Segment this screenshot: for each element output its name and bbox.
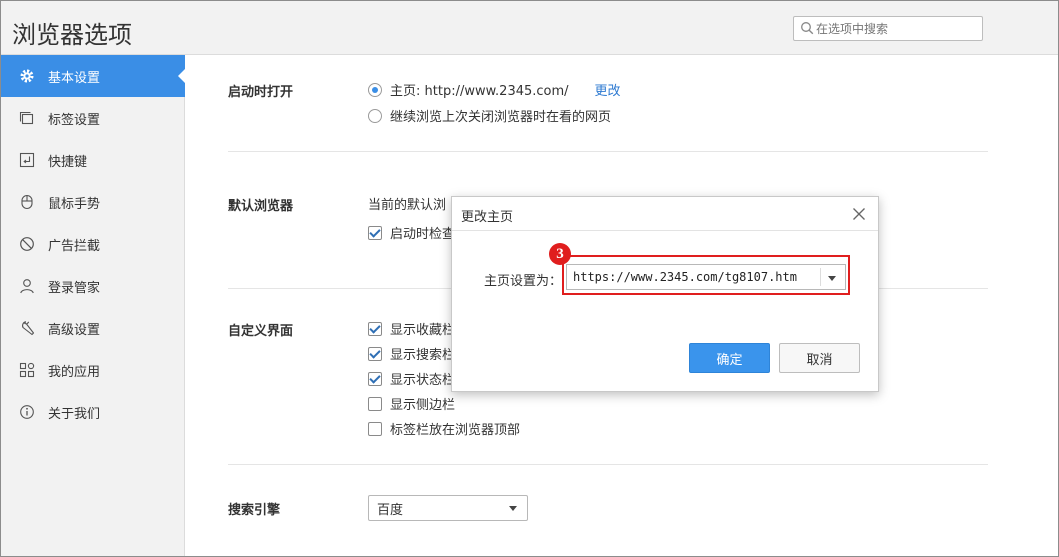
sidebar-item-about[interactable]: 关于我们 <box>1 391 185 433</box>
sidebar-item-mouse[interactable]: 鼠标手势 <box>1 181 185 223</box>
shortcut-icon <box>18 151 36 169</box>
option-label: 显示搜索栏 <box>390 348 456 363</box>
checkbox-show-statusbar[interactable] <box>368 371 382 386</box>
search-box[interactable] <box>793 16 983 41</box>
sidebar-item-label: 关于我们 <box>48 406 101 422</box>
sidebar-item-advanced[interactable]: 高级设置 <box>1 307 185 349</box>
divider <box>228 151 988 152</box>
sidebar-item-label: 广告拦截 <box>48 238 101 254</box>
checkbox-tabs-on-top[interactable] <box>368 421 382 436</box>
close-icon[interactable] <box>852 207 866 221</box>
section-title-default-browser: 默认浏览器 <box>228 199 294 214</box>
divider <box>228 464 988 465</box>
section-title-search-engine: 搜索引擎 <box>228 503 281 518</box>
section-title-startup: 启动时打开 <box>228 85 294 100</box>
sidebar-item-adblock[interactable]: 广告拦截 <box>1 223 185 265</box>
option-label: 标签栏放在浏览器顶部 <box>390 423 521 438</box>
check-default-on-startup[interactable]: 启动时检查 <box>368 223 455 242</box>
homepage-label: 主页设置为： <box>484 274 563 289</box>
gear-icon <box>18 67 36 85</box>
chevron-down-icon[interactable] <box>828 276 836 281</box>
mouse-icon <box>18 193 36 211</box>
option-show-favorites[interactable]: 显示收藏栏 <box>368 319 455 338</box>
startup-option-home-label: 主页: http://www.2345.com/ <box>390 84 569 99</box>
window-title: 浏览器选项 <box>12 21 132 49</box>
radio-restore[interactable] <box>368 108 382 123</box>
combobox-divider <box>820 268 821 286</box>
sidebar-item-login[interactable]: 登录管家 <box>1 265 185 307</box>
block-icon <box>18 235 36 253</box>
checkbox-show-searchbar[interactable] <box>368 346 382 361</box>
section-title-custom-ui: 自定义界面 <box>228 324 294 339</box>
sidebar-item-basic[interactable]: 基本设置 <box>1 55 186 97</box>
info-icon <box>18 403 36 421</box>
apps-icon <box>18 361 36 379</box>
sidebar-item-tabs[interactable]: 标签设置 <box>1 97 185 139</box>
radio-home[interactable] <box>368 82 382 97</box>
wrench-icon <box>18 319 36 337</box>
sidebar-item-label: 基本设置 <box>48 70 101 86</box>
sidebar-item-label: 快捷键 <box>48 154 88 170</box>
default-browser-text: 当前的默认浏 <box>368 198 447 213</box>
cancel-button[interactable]: 取消 <box>779 343 860 373</box>
option-label: 显示侧边栏 <box>390 398 456 413</box>
dialog-header: 更改主页 <box>452 197 878 231</box>
search-engine-value: 百度 <box>377 502 404 518</box>
user-icon <box>18 277 36 295</box>
tabs-icon <box>18 109 36 127</box>
search-icon <box>801 22 814 35</box>
header-bar: 浏览器选项 <box>1 1 1058 55</box>
startup-option-restore[interactable]: 继续浏览上次关闭浏览器时在看的网页 <box>368 106 611 125</box>
sidebar-item-label: 登录管家 <box>48 280 101 296</box>
sidebar-item-label: 高级设置 <box>48 322 101 338</box>
ok-button[interactable]: 确定 <box>689 343 770 373</box>
option-label: 显示状态栏 <box>390 373 456 388</box>
option-label: 显示收藏栏 <box>390 323 456 338</box>
sidebar-item-apps[interactable]: 我的应用 <box>1 349 185 391</box>
sidebar-item-label: 我的应用 <box>48 364 101 380</box>
sidebar-item-label: 标签设置 <box>48 112 101 128</box>
sidebar: 基本设置 标签设置 快捷键 鼠标手势 广告拦截 登录管家 高级设置 我的应用 关… <box>1 55 186 556</box>
startup-option-home[interactable]: 主页: http://www.2345.com/ 更改 <box>368 80 621 99</box>
homepage-url-combobox[interactable] <box>566 264 846 290</box>
option-tabs-on-top[interactable]: 标签栏放在浏览器顶部 <box>368 419 520 438</box>
default-browser-status: 当前的默认浏 <box>368 194 446 213</box>
check-default-label: 启动时检查 <box>390 227 456 242</box>
dialog-title: 更改主页 <box>461 210 514 225</box>
option-show-statusbar[interactable]: 显示状态栏 <box>368 369 455 388</box>
chevron-down-icon <box>509 506 517 511</box>
checkbox-show-favorites[interactable] <box>368 321 382 336</box>
homepage-url-input[interactable] <box>573 268 813 286</box>
checkbox-show-sidebar[interactable] <box>368 396 382 411</box>
change-home-link[interactable]: 更改 <box>595 80 621 99</box>
search-engine-select[interactable]: 百度 <box>368 495 528 521</box>
startup-option-restore-label: 继续浏览上次关闭浏览器时在看的网页 <box>390 110 612 125</box>
option-show-searchbar[interactable]: 显示搜索栏 <box>368 344 455 363</box>
active-indicator <box>178 68 186 84</box>
option-show-sidebar[interactable]: 显示侧边栏 <box>368 394 455 413</box>
sidebar-item-shortcut[interactable]: 快捷键 <box>1 139 185 181</box>
checkbox-check-default[interactable] <box>368 225 382 240</box>
search-input[interactable] <box>816 19 976 38</box>
step-badge: 3 <box>549 243 571 265</box>
change-homepage-dialog: 更改主页 主页设置为： 确定 取消 <box>451 196 879 392</box>
sidebar-item-label: 鼠标手势 <box>48 196 101 212</box>
